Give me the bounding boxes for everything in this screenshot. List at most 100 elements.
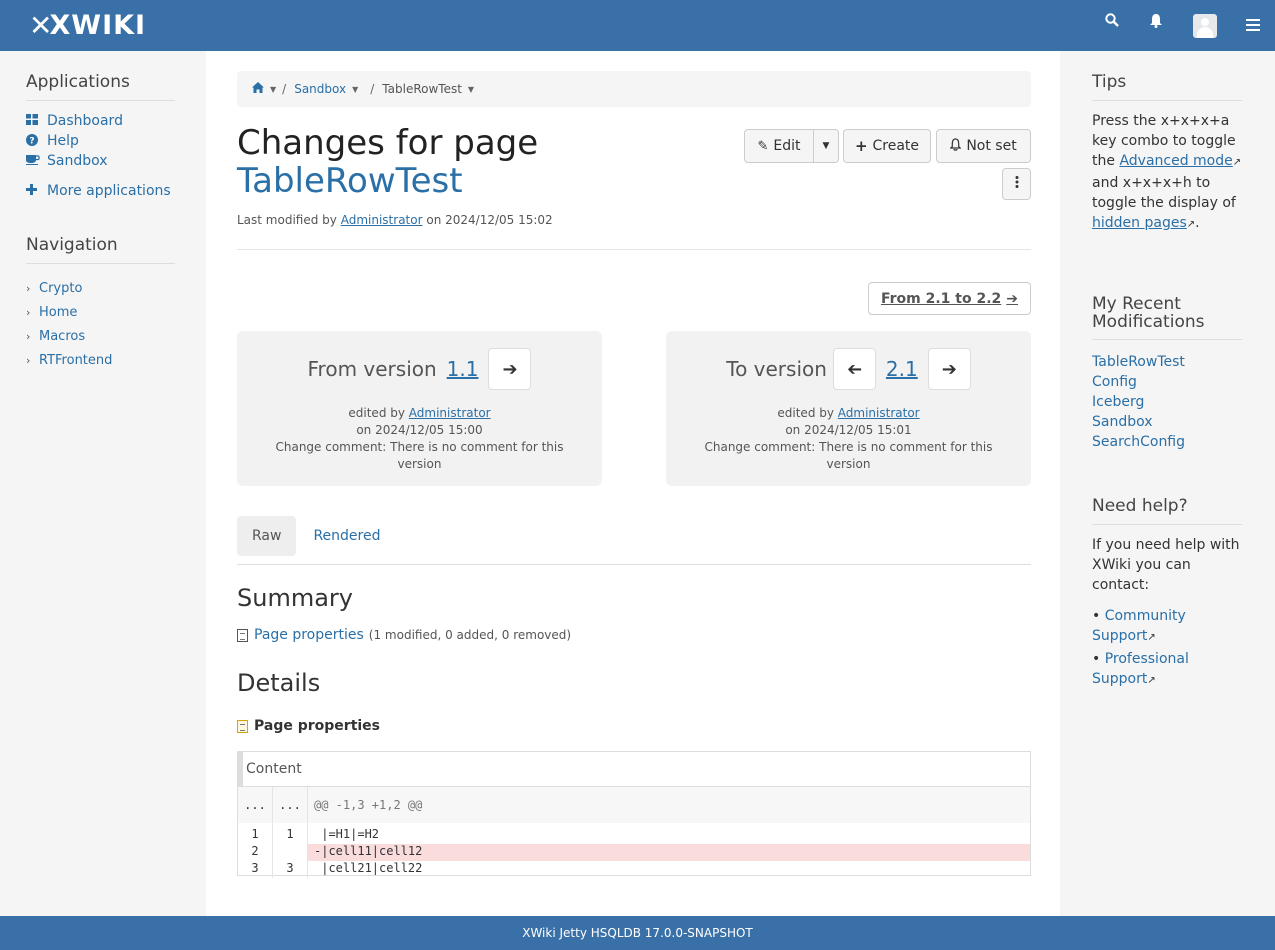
vertical-dots-icon [1015,176,1019,192]
from-version-box: From version 1.1 ➔ edited by Administrat… [237,331,602,486]
recent-item[interactable]: SearchConfig [1092,432,1242,452]
recent-item[interactable]: TableRowTest [1092,352,1242,372]
tips-title: Tips [1092,72,1242,101]
nav-item-home[interactable]: › Home [26,300,175,324]
help-icon: ? [26,133,47,149]
edit-dropdown-button[interactable]: ▼ [813,129,839,163]
xwiki-logo[interactable]: ✕ XWIKI [29,9,146,42]
pencil-icon: ✎ [757,138,769,154]
page-name: TableRowTest [237,161,463,201]
to-version-link[interactable]: 2.1 [886,357,918,381]
chevron-right-icon: › [26,281,31,295]
more-applications[interactable]: More applications [26,181,175,201]
external-link-icon: ↗ [1232,157,1242,168]
document-icon [237,719,248,733]
from-next-version-button[interactable]: ➔ [488,348,532,390]
top-bar: ✕ XWIKI [0,0,1275,51]
home-icon[interactable] [252,82,264,96]
tab-raw[interactable]: Raw [237,516,297,556]
menu-icon[interactable] [1246,17,1260,35]
from-to-next-button[interactable]: From 2.1 to 2.2 ➔ [868,282,1031,315]
create-button[interactable]: + Create [843,129,931,163]
tips-text: Press the x+x+x+a key combo to toggle th… [1092,113,1242,231]
help-text: If you need help with XWiki you can cont… [1092,537,1240,593]
diff-table: Content ... ... @@ -1,3 +1,2 @@ 1 1 |=H1… [237,751,1031,878]
dashboard-icon [26,114,47,128]
applications-title: Applications [26,72,175,101]
from-editor-link[interactable]: Administrator [409,406,491,420]
app-dashboard[interactable]: Dashboard [26,111,175,131]
arrow-right-icon: ➔ [502,358,518,380]
page-title: Changes for page TableRowTest [237,123,539,201]
arrow-right-icon: ➔ [1006,290,1019,307]
summary-item: Page properties (1 modified, 0 added, 0 … [237,627,571,643]
right-panel: Tips Press the x+x+x+a key combo to togg… [1060,51,1275,916]
diff-field-name: Content [238,752,1030,787]
divider [237,249,1031,250]
caret-down-icon[interactable]: ▼ [352,85,358,94]
plus-icon [26,184,47,198]
applications-panel: Applications Dashboard ? Help Sandbox Mo… [26,72,175,201]
notifications-button[interactable]: Not set [936,129,1031,163]
arrow-right-icon: ➔ [941,358,957,380]
hidden-pages-link[interactable]: hidden pages [1092,215,1187,231]
plus-icon: + [854,137,868,155]
external-link-icon: ↗ [1186,219,1196,230]
last-modified-user[interactable]: Administrator [341,213,423,227]
document-icon [237,628,248,642]
svg-text:?: ? [29,136,34,146]
recent-item[interactable]: Config [1092,372,1242,392]
caret-down-icon[interactable]: ▼ [468,85,474,94]
app-sandbox[interactable]: Sandbox [26,151,175,171]
footer: XWiki Jetty HSQLDB 17.0.0-SNAPSHOT [0,916,1275,950]
diff-line-removed: 2 -|cell11|cell12 [238,844,1030,861]
tab-rendered[interactable]: Rendered [298,516,395,556]
chevron-right-icon: › [26,353,31,367]
professional-support-link[interactable]: Professional Support [1092,651,1189,687]
community-support-link[interactable]: Community Support [1092,608,1186,644]
bell-icon[interactable] [1149,13,1163,32]
to-version-box: To version ➔ 2.1 ➔ edited by Administrat… [666,331,1031,486]
left-panel: Applications Dashboard ? Help Sandbox Mo… [0,51,206,916]
details-section-header: Page properties [237,718,380,734]
navigation-title: Navigation [26,235,175,264]
view-tabs: Raw Rendered [237,516,1031,565]
avatar[interactable] [1193,14,1217,38]
nav-item-rtfrontend[interactable]: › RTFrontend [26,348,175,372]
details-heading: Details [237,669,321,697]
caret-down-icon[interactable]: ▼ [270,85,276,94]
summary-page-properties-link[interactable]: Page properties [254,627,364,643]
more-actions-button[interactable] [1002,168,1031,200]
recent-item[interactable]: Iceberg [1092,392,1242,412]
coffee-icon [26,154,47,168]
chevron-right-icon: › [26,305,31,319]
external-link-icon: ↗ [1147,675,1156,686]
tips-panel: Tips Press the x+x+x+a key combo to togg… [1092,72,1242,235]
summary-heading: Summary [237,584,353,612]
edit-button[interactable]: ✎ Edit [744,129,814,163]
last-modified: Last modified by Administrator on 2024/1… [237,213,553,227]
chevron-right-icon: › [26,329,31,343]
diff-line: 3 3 |cell21|cell22 [238,861,1030,878]
to-previous-version-button[interactable]: ➔ [832,348,876,390]
help-link-item: • Community Support↗ [1092,608,1186,644]
recent-item[interactable]: Sandbox [1092,412,1242,432]
help-panel: Need help? If you need help with XWiki y… [1092,496,1242,691]
bell-icon [949,137,962,155]
search-icon[interactable] [1105,13,1119,31]
main-content: ▼ / Sandbox ▼ / TableRowTest ▼ Changes f… [206,51,1060,916]
navigation-panel: Navigation › Crypto › Home › Macros › RTFron… [26,235,175,372]
diff-line: 1 1 |=H1|=H2 [238,827,1030,844]
diff-hunk-header: ... ... @@ -1,3 +1,2 @@ [238,787,1030,823]
to-next-version-button[interactable]: ➔ [927,348,971,390]
recent-title: My Recent Modifications [1092,295,1242,340]
from-version-link[interactable]: 1.1 [447,357,479,381]
nav-item-macros[interactable]: › Macros [26,324,175,348]
app-help[interactable]: ? Help [26,131,175,151]
advanced-mode-link[interactable]: Advanced mode [1119,153,1232,169]
breadcrumb-current: TableRowTest [382,82,462,96]
help-link-item: • Professional Support↗ [1092,651,1189,687]
to-editor-link[interactable]: Administrator [838,406,920,420]
breadcrumb-sandbox[interactable]: Sandbox [294,82,346,96]
nav-item-crypto[interactable]: › Crypto [26,276,175,300]
